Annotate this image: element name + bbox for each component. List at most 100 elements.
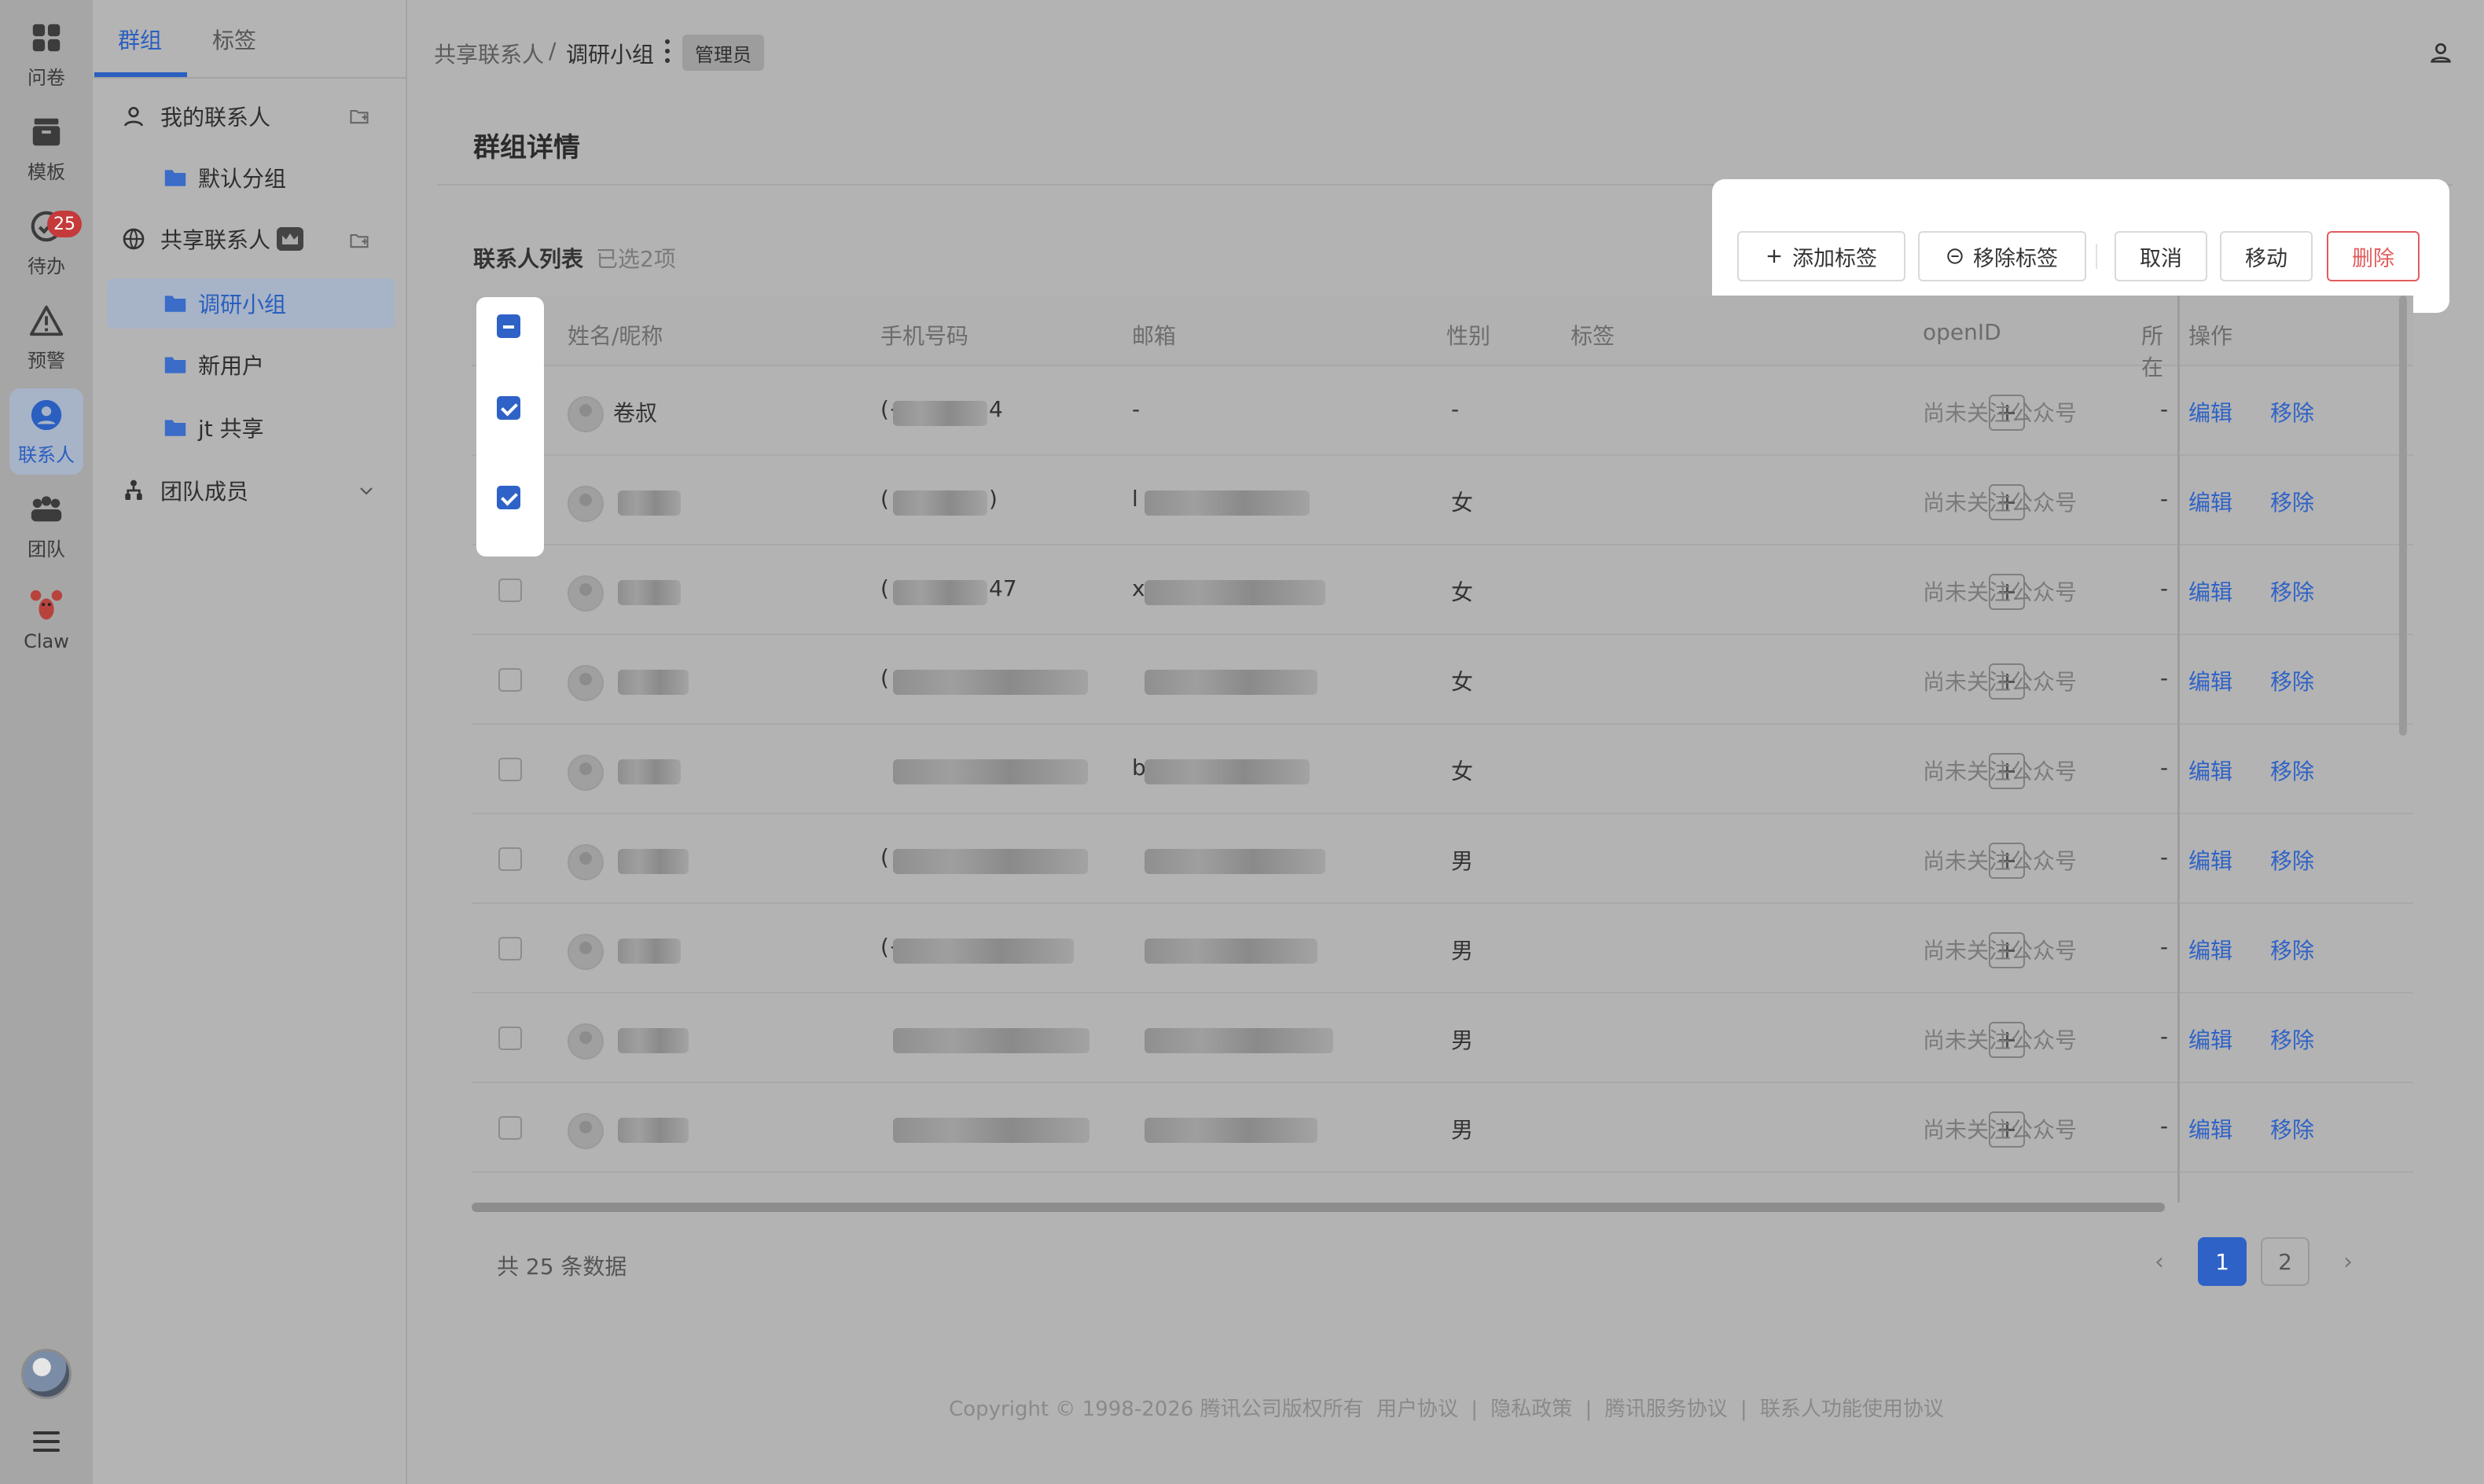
select-all-checkbox[interactable] bbox=[497, 314, 520, 338]
remove-link[interactable]: 移除 bbox=[2270, 844, 2314, 876]
cancel-button[interactable]: 取消 bbox=[2115, 231, 2207, 281]
row-checkbox[interactable] bbox=[497, 486, 520, 509]
delete-button[interactable]: 删除 bbox=[2327, 231, 2420, 281]
table-row[interactable]: (47 x 女 尚未关注公众号 - 编辑 移除 bbox=[472, 545, 2413, 635]
footer-link-user-agreement[interactable]: 用户协议 bbox=[1376, 1398, 1458, 1421]
tree-group-research[interactable]: 调研小组 bbox=[107, 278, 395, 329]
role-badge: 管理员 bbox=[682, 35, 764, 71]
page-1-button[interactable]: 1 bbox=[2198, 1237, 2247, 1286]
edit-link[interactable]: 编辑 bbox=[2188, 575, 2232, 607]
tree-team-members[interactable]: 团队成员 bbox=[121, 465, 396, 516]
rail-item-alert[interactable]: 预警 bbox=[0, 294, 93, 380]
row-checkbox[interactable] bbox=[498, 1116, 522, 1140]
footer-link-service[interactable]: 腾讯服务协议 bbox=[1605, 1398, 1728, 1421]
person-icon bbox=[124, 107, 143, 127]
move-button[interactable]: 移动 bbox=[2220, 231, 2313, 281]
footer-separator: | bbox=[1471, 1398, 1478, 1421]
horizontal-scrollbar[interactable] bbox=[472, 1203, 2484, 1212]
rail-item-todo[interactable]: 待办 25 bbox=[0, 200, 93, 286]
edit-link[interactable]: 编辑 bbox=[2188, 1113, 2232, 1144]
add-folder-icon[interactable] bbox=[347, 230, 371, 252]
rail-item-claw[interactable]: Claw bbox=[0, 577, 93, 663]
contact-avatar bbox=[568, 1113, 604, 1149]
tree-group-jt-shared[interactable]: jt 共享 bbox=[164, 402, 399, 453]
table-row[interactable]: b 女尚未关注公众号 - 编辑 移除 bbox=[472, 725, 2413, 814]
tab-tags[interactable]: 标签 bbox=[212, 24, 256, 55]
rail-item-survey[interactable]: 问卷 bbox=[0, 11, 93, 97]
page-2-button[interactable]: 2 bbox=[2261, 1237, 2309, 1286]
row-checkbox[interactable] bbox=[498, 579, 522, 602]
edit-link[interactable]: 编辑 bbox=[2188, 665, 2232, 696]
remove-link[interactable]: 移除 bbox=[2270, 1023, 2314, 1055]
rail-item-team[interactable]: 团队 bbox=[0, 483, 93, 569]
footer-link-privacy[interactable]: 隐私政策 bbox=[1490, 1398, 1572, 1421]
tab-active-indicator bbox=[94, 72, 187, 77]
cell-phone: ( bbox=[880, 665, 889, 691]
rail-item-contacts[interactable]: 联系人 bbox=[9, 388, 83, 475]
remove-link[interactable]: 移除 bbox=[2270, 1113, 2314, 1144]
tree-group-new-users[interactable]: 新用户 bbox=[164, 340, 399, 390]
table-row[interactable]: 卷叔(+4--尚未关注公众号-编辑移除 bbox=[472, 366, 2413, 456]
prev-page-button[interactable]: ‹ bbox=[2135, 1237, 2184, 1286]
group-sidebar: 群组 标签 我的联系人 默认分组 共享联系人 调研小组 新用户 jt 共享 团队… bbox=[93, 0, 407, 1484]
row-checkbox[interactable] bbox=[498, 847, 522, 871]
col-name: 姓名/昵称 bbox=[568, 323, 663, 349]
breadcrumb-root[interactable]: 共享联系人 bbox=[434, 38, 544, 69]
next-page-button[interactable]: › bbox=[2324, 1237, 2372, 1286]
chevron-down-icon[interactable] bbox=[357, 481, 376, 500]
table-row[interactable]: (男 尚未关注公众号 - 编辑 移除 bbox=[472, 814, 2413, 904]
row-checkbox[interactable] bbox=[498, 758, 522, 781]
cell-location: - bbox=[2160, 575, 2169, 601]
table-row[interactable]: 男 尚未关注公众号 - 编辑 移除 bbox=[472, 994, 2413, 1083]
tab-groups[interactable]: 群组 bbox=[118, 24, 162, 55]
table-row[interactable]: () l 女 尚未关注公众号 - 编辑 移除 bbox=[472, 456, 2413, 545]
table-header: 姓名/昵称 手机号码 邮箱 性别 标签 openID 所在 操作 bbox=[472, 296, 2413, 380]
cell-name: 卷叔 bbox=[613, 400, 658, 426]
plus-icon bbox=[1767, 249, 1781, 263]
remove-tag-button[interactable]: 移除标签 bbox=[1918, 231, 2086, 281]
add-folder-icon[interactable] bbox=[347, 105, 371, 127]
scrollbar-thumb[interactable] bbox=[472, 1203, 2165, 1212]
redacted-email bbox=[1145, 939, 1317, 964]
more-icon[interactable] bbox=[665, 39, 671, 63]
cell-openid: 尚未关注公众号 bbox=[1923, 490, 2078, 516]
edit-link[interactable]: 编辑 bbox=[2188, 396, 2232, 428]
edit-link[interactable]: 编辑 bbox=[2188, 1023, 2232, 1055]
table-row[interactable]: (女 尚未关注公众号 - 编辑 移除 bbox=[472, 635, 2413, 725]
redacted-phone bbox=[893, 759, 1088, 784]
tree-default-group[interactable]: 默认分组 bbox=[164, 152, 399, 203]
edit-link[interactable]: 编辑 bbox=[2188, 486, 2232, 517]
rail-item-template[interactable]: 模板 bbox=[0, 105, 93, 192]
remove-link[interactable]: 移除 bbox=[2270, 575, 2314, 607]
minus-circle-icon bbox=[1947, 248, 1963, 264]
edit-link[interactable]: 编辑 bbox=[2188, 934, 2232, 965]
account-icon[interactable] bbox=[2429, 41, 2453, 64]
add-tag-button[interactable]: 添加标签 bbox=[1737, 231, 1905, 281]
row-checkbox[interactable] bbox=[498, 668, 522, 692]
remove-link[interactable]: 移除 bbox=[2270, 396, 2314, 428]
vertical-scrollbar[interactable] bbox=[2399, 296, 2407, 736]
row-checkbox[interactable] bbox=[497, 396, 520, 420]
user-avatar[interactable] bbox=[21, 1349, 72, 1399]
remove-link[interactable]: 移除 bbox=[2270, 934, 2314, 965]
row-checkbox[interactable] bbox=[498, 1027, 522, 1050]
redacted-name bbox=[618, 580, 681, 605]
footer-link-contact-terms[interactable]: 联系人功能使用协议 bbox=[1760, 1398, 1944, 1421]
remove-link[interactable]: 移除 bbox=[2270, 755, 2314, 786]
table-row[interactable]: (+男尚未关注公众号-编辑移除 bbox=[472, 904, 2413, 994]
remove-link[interactable]: 移除 bbox=[2270, 665, 2314, 696]
add-tag-label: 添加标签 bbox=[1792, 246, 1877, 271]
edit-link[interactable]: 编辑 bbox=[2188, 755, 2232, 786]
contact-avatar bbox=[568, 844, 604, 880]
cell-gender: 女 bbox=[1451, 759, 1474, 784]
redacted-name bbox=[618, 1118, 689, 1143]
edit-link[interactable]: 编辑 bbox=[2188, 844, 2232, 876]
remove-link[interactable]: 移除 bbox=[2270, 486, 2314, 517]
hamburger-icon[interactable] bbox=[33, 1426, 60, 1457]
cell-openid: 尚未关注公众号 bbox=[1923, 938, 2078, 964]
total-count: 共 25 条数据 bbox=[497, 1254, 627, 1280]
tree-label: 新用户 bbox=[198, 353, 265, 379]
row-checkbox[interactable] bbox=[498, 937, 522, 961]
table-row[interactable]: 男 尚未关注公众号 - 编辑 移除 bbox=[472, 1083, 2413, 1173]
rail-label: 问卷 bbox=[28, 66, 65, 89]
